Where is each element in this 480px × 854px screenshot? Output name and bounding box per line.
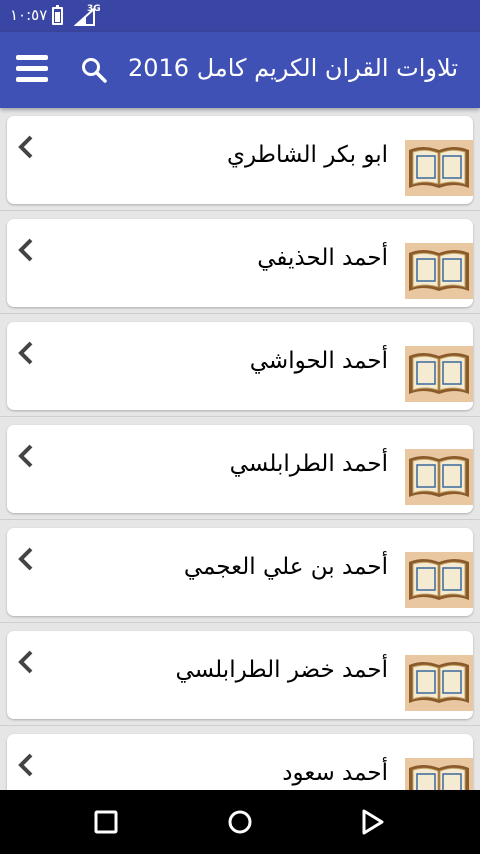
battery-charging-icon (52, 5, 63, 25)
app-title: تلاوات القران الكريم كامل 2016 (128, 54, 458, 82)
divider (0, 210, 480, 211)
reciter-name: أحمد الحذيفي (257, 245, 388, 271)
list-item[interactable]: أحمد الطرابلسي (7, 425, 473, 513)
divider (0, 622, 480, 623)
status-time: ١٠:٥٧ (10, 6, 48, 24)
hamburger-menu-icon[interactable] (12, 52, 52, 88)
list-item[interactable]: أحمد الحذيفي (7, 219, 473, 307)
list-item[interactable]: أحمد خضر الطرابلسي (7, 631, 473, 719)
reciter-name: أحمد خضر الطرابلسي (175, 657, 388, 683)
home-icon[interactable] (224, 806, 256, 838)
list-item[interactable]: أحمد الحواشي (7, 322, 473, 410)
chevron-left-icon (18, 238, 33, 262)
open-book-icon (405, 449, 473, 505)
chevron-left-icon (18, 650, 33, 674)
chevron-left-icon (18, 547, 33, 571)
list-item[interactable]: أحمد سعود (7, 734, 473, 790)
open-book-icon (405, 552, 473, 608)
open-book-icon (405, 655, 473, 711)
chevron-left-icon (18, 753, 33, 777)
chevron-left-icon (18, 135, 33, 159)
reciter-list[interactable]: ابو بكر الشاطري أحمد الحذيفي أحمد الحواش… (0, 108, 480, 790)
list-item[interactable]: أحمد بن علي العجمي (7, 528, 473, 616)
search-icon[interactable] (78, 54, 112, 88)
open-book-icon (405, 140, 473, 196)
status-bar: ١٠:٥٧ 3G (0, 0, 480, 32)
divider (0, 725, 480, 726)
divider (0, 416, 480, 417)
open-book-icon (405, 758, 473, 790)
recents-icon[interactable] (90, 806, 122, 838)
system-nav-bar (0, 790, 480, 854)
reciter-name: أحمد الطرابلسي (229, 451, 388, 477)
chevron-left-icon (18, 341, 33, 365)
list-item[interactable]: ابو بكر الشاطري (7, 116, 473, 204)
reciter-name: أحمد الحواشي (249, 348, 388, 374)
network-type: 3G (87, 4, 101, 14)
divider (0, 313, 480, 314)
reciter-name: أحمد سعود (282, 760, 388, 786)
reciter-name: أحمد بن علي العجمي (183, 554, 388, 580)
reciter-name: ابو بكر الشاطري (226, 142, 388, 168)
open-book-icon (405, 243, 473, 299)
back-icon[interactable] (356, 806, 388, 838)
open-book-icon (405, 346, 473, 402)
app-bar: تلاوات القران الكريم كامل 2016 (0, 32, 480, 108)
divider (0, 519, 480, 520)
chevron-left-icon (18, 444, 33, 468)
